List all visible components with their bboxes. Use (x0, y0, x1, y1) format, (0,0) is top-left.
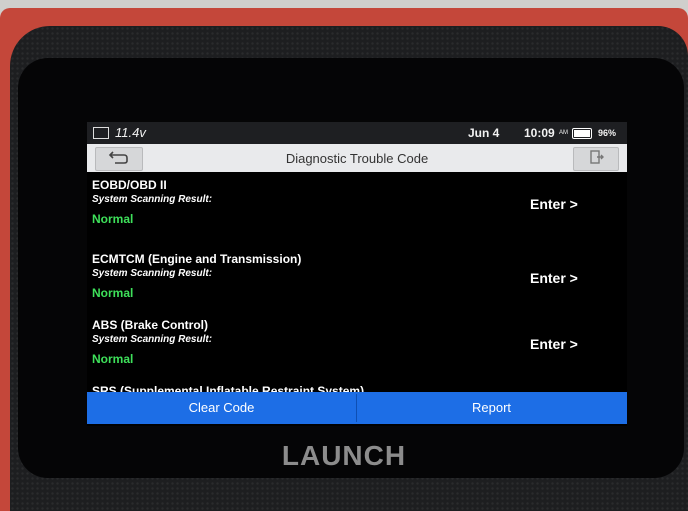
scan-result-status: Normal (92, 352, 134, 366)
system-name: ECMTCM (Engine and Transmission) (92, 252, 302, 266)
system-name: SRS (Supplemental Inflatable Restraint S… (92, 384, 365, 392)
vehicle-battery-icon (93, 127, 109, 139)
enter-button[interactable]: Enter > (530, 196, 578, 212)
scan-result-status: Normal (92, 212, 134, 226)
scan-result-label: System Scanning Result: (92, 268, 213, 279)
system-list: EOBD/OBD II System Scanning Result: Norm… (87, 172, 627, 392)
status-ampm: AM (559, 130, 568, 136)
scan-result-status: Normal (92, 286, 134, 300)
battery-percent: 96% (598, 128, 617, 138)
system-item-ecmtcm[interactable]: ECMTCM (Engine and Transmission) System … (87, 252, 627, 318)
exit-icon (590, 150, 604, 164)
system-item-eobd[interactable]: EOBD/OBD II System Scanning Result: Norm… (87, 178, 627, 244)
system-item-abs[interactable]: ABS (Brake Control) System Scanning Resu… (87, 318, 627, 384)
status-date: Jun 4 (468, 126, 500, 140)
enter-button[interactable]: Enter > (530, 336, 578, 352)
scan-result-label: System Scanning Result: (92, 334, 213, 345)
report-button[interactable]: Report (357, 392, 626, 424)
device-screen: 11.4v Jun 4 10:09 AM 96% Diagnostic Trou… (87, 122, 627, 426)
voltage-readout: 11.4v (115, 125, 146, 140)
brand-logo: LAUNCH (281, 440, 407, 471)
page-title: Diagnostic Trouble Code (285, 151, 429, 166)
system-name: EOBD/OBD II (92, 178, 167, 192)
clear-code-button[interactable]: Clear Code (87, 392, 356, 424)
scan-result-label: System Scanning Result: (92, 194, 213, 205)
system-name: ABS (Brake Control) (92, 318, 209, 332)
status-bar: 11.4v Jun 4 10:09 AM 96% (87, 122, 627, 144)
title-bar: Diagnostic Trouble Code (87, 144, 627, 172)
battery-icon (572, 128, 592, 139)
status-time: 10:09 (524, 126, 555, 140)
system-item-srs[interactable]: SRS (Supplemental Inflatable Restraint S… (87, 384, 627, 392)
exit-button[interactable] (573, 147, 619, 171)
enter-button[interactable]: Enter > (530, 270, 578, 286)
action-bar: Clear Code Report (87, 392, 627, 424)
